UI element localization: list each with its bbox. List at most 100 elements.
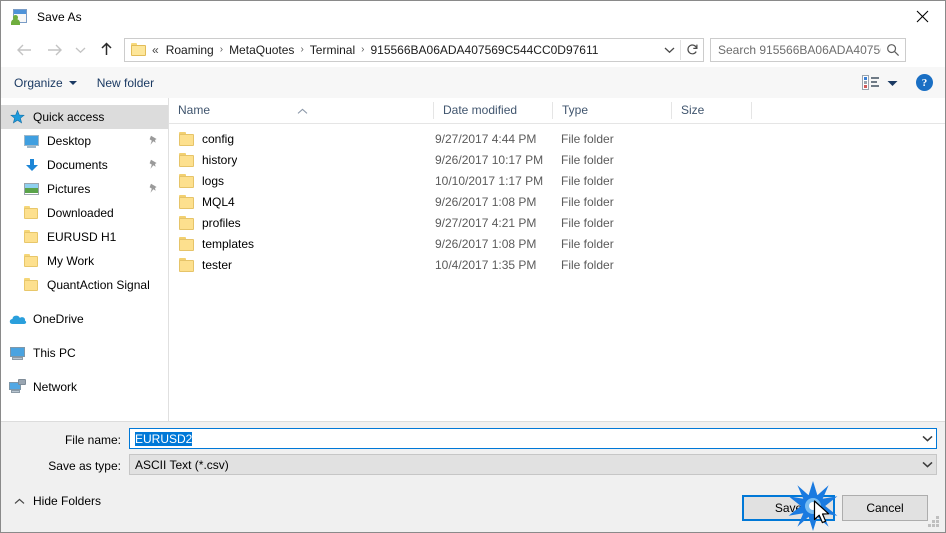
- sidebar-item-quantaction-signal[interactable]: QuantAction Signal: [1, 273, 168, 297]
- sidebar-item-documents[interactable]: Documents: [1, 153, 168, 177]
- arrow-left-icon: [16, 44, 31, 55]
- sidebar-item-onedrive[interactable]: OneDrive: [1, 307, 168, 331]
- breadcrumb-overflow[interactable]: «: [149, 39, 161, 61]
- navigation-pane: Quick access Desktop Documents Pictures: [1, 98, 169, 421]
- file-date-cell: 9/26/2017 1:08 PM: [435, 194, 537, 209]
- forward-button[interactable]: [39, 35, 69, 65]
- picture-icon: [23, 181, 41, 197]
- file-date-cell: 10/4/2017 1:35 PM: [435, 257, 537, 272]
- arrow-up-icon: [100, 42, 112, 55]
- sidebar-item-eurusd-h1[interactable]: EURUSD H1: [1, 225, 168, 249]
- refresh-icon: [686, 44, 697, 55]
- sidebar-item-label: Documents: [47, 158, 108, 172]
- organize-button[interactable]: Organize: [7, 71, 84, 95]
- chevron-down-icon: [75, 47, 85, 53]
- column-label: Name: [178, 103, 211, 117]
- folder-icon: [178, 131, 195, 146]
- pin-icon[interactable]: [148, 159, 158, 173]
- save-form: File name: EURUSD2 Save as type: ASCII T…: [1, 421, 945, 487]
- address-bar[interactable]: « Roaming › MetaQuotes › Terminal › 9155…: [124, 37, 704, 62]
- column-header-date-modified[interactable]: Date modified: [434, 98, 553, 123]
- list-view-icon[interactable]: [862, 75, 879, 90]
- table-row[interactable]: templates 9/26/2017 1:08 PM File folder: [169, 233, 945, 254]
- save-as-type-label: Save as type:: [48, 459, 121, 473]
- sidebar-item-label: This PC: [33, 346, 76, 360]
- folder-icon: [178, 236, 195, 251]
- address-dropdown-button[interactable]: [658, 39, 680, 61]
- breadcrumb-item-3[interactable]: 915566BA06ADA407569C544CC0D97611: [365, 39, 603, 61]
- sidebar-item-label: OneDrive: [33, 312, 84, 326]
- folder-icon: [23, 277, 41, 293]
- view-options-dropdown[interactable]: [887, 76, 898, 90]
- save-as-icon: [11, 8, 28, 25]
- sidebar-item-pictures[interactable]: Pictures: [1, 177, 168, 201]
- close-button[interactable]: [899, 1, 945, 31]
- file-name-cell: templates: [178, 236, 254, 251]
- save-as-type-select[interactable]: ASCII Text (*.csv): [129, 454, 937, 475]
- file-name-input[interactable]: EURUSD2: [129, 428, 937, 449]
- save-as-type-value: ASCII Text (*.csv): [135, 457, 229, 472]
- column-header-size[interactable]: Size: [672, 98, 752, 123]
- table-row[interactable]: tester 10/4/2017 1:35 PM File folder: [169, 254, 945, 275]
- save-as-type-dropdown-button[interactable]: [919, 461, 936, 468]
- sidebar-item-my-work[interactable]: My Work: [1, 249, 168, 273]
- breadcrumb-item-1[interactable]: MetaQuotes: [224, 39, 299, 61]
- cancel-button[interactable]: Cancel: [842, 495, 928, 521]
- table-row[interactable]: profiles 9/27/2017 4:21 PM File folder: [169, 212, 945, 233]
- close-icon: [916, 10, 928, 22]
- sidebar-item-downloaded[interactable]: Downloaded: [1, 201, 168, 225]
- resize-grip-icon[interactable]: [928, 516, 939, 527]
- folder-icon: [23, 253, 41, 269]
- network-icon: [9, 379, 27, 395]
- help-label: ?: [921, 76, 928, 89]
- dialog-footer: Hide Folders Save Cancel: [1, 486, 945, 532]
- download-arrow-icon: [23, 157, 41, 173]
- breadcrumb-item-0[interactable]: Roaming: [161, 39, 219, 61]
- save-label: Save: [774, 501, 803, 515]
- file-date-cell: 9/26/2017 10:17 PM: [435, 152, 544, 167]
- sidebar-item-this-pc[interactable]: This PC: [1, 341, 168, 365]
- recent-locations-button[interactable]: [69, 35, 91, 65]
- breadcrumb-item-2[interactable]: Terminal: [305, 39, 360, 61]
- chevron-up-icon: [14, 494, 25, 508]
- column-header-name[interactable]: Name: [169, 98, 434, 123]
- file-date-cell: 9/27/2017 4:21 PM: [435, 215, 537, 230]
- table-row[interactable]: MQL4 9/26/2017 1:08 PM File folder: [169, 191, 945, 212]
- sidebar-item-label: EURUSD H1: [47, 230, 117, 244]
- sidebar-item-network[interactable]: Network: [1, 375, 168, 399]
- sidebar-item-label: Quick access: [33, 110, 105, 124]
- sidebar-item-label: QuantAction Signal: [47, 278, 150, 292]
- title-bar: Save As: [1, 1, 945, 32]
- file-type-cell: File folder: [561, 257, 614, 272]
- save-button[interactable]: Save: [742, 495, 835, 521]
- search-input[interactable]: Search 915566BA06ADA40756...: [711, 43, 881, 57]
- table-row[interactable]: logs 10/10/2017 1:17 PM File folder: [169, 170, 945, 191]
- file-list-pane: Name Date modified Type Size config 9/27…: [169, 98, 945, 421]
- pin-icon[interactable]: [148, 183, 158, 197]
- new-folder-button[interactable]: New folder: [90, 71, 161, 95]
- sidebar-item-desktop[interactable]: Desktop: [1, 129, 168, 153]
- search-box[interactable]: Search 915566BA06ADA40756...: [710, 37, 906, 62]
- folder-icon: [178, 173, 195, 188]
- folder-icon: [178, 215, 195, 230]
- table-row[interactable]: config 9/27/2017 4:44 PM File folder: [169, 128, 945, 149]
- file-date-cell: 10/10/2017 1:17 PM: [435, 173, 544, 188]
- chevron-down-icon: [922, 461, 933, 468]
- back-button[interactable]: [9, 35, 39, 65]
- help-button[interactable]: ?: [916, 74, 933, 91]
- file-name-value[interactable]: EURUSD2: [130, 431, 919, 446]
- file-name-dropdown-button[interactable]: [919, 435, 936, 442]
- file-type-cell: File folder: [561, 194, 614, 209]
- navigation-bar: « Roaming › MetaQuotes › Terminal › 9155…: [1, 32, 945, 67]
- column-header-type[interactable]: Type: [553, 98, 672, 123]
- file-name-label: logs: [202, 173, 225, 188]
- refresh-button[interactable]: [681, 39, 703, 61]
- table-row[interactable]: history 9/26/2017 10:17 PM File folder: [169, 149, 945, 170]
- cancel-label: Cancel: [866, 501, 904, 515]
- command-toolbar: Organize New folder ?: [1, 67, 945, 99]
- sidebar-item-quick-access[interactable]: Quick access: [1, 105, 168, 129]
- pin-icon[interactable]: [148, 135, 158, 149]
- up-button[interactable]: [91, 35, 121, 65]
- file-date-cell: 9/26/2017 1:08 PM: [435, 236, 537, 251]
- hide-folders-button[interactable]: Hide Folders: [14, 494, 101, 508]
